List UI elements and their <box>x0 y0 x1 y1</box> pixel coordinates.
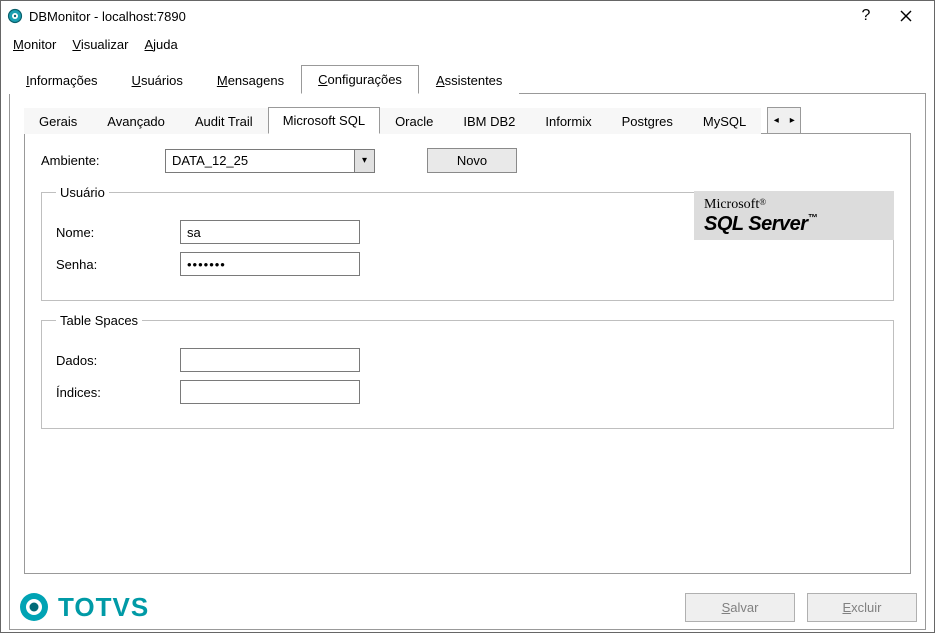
nome-input[interactable] <box>180 220 360 244</box>
app-window: DBMonitor - localhost:7890 ? Monitor Vis… <box>0 0 935 633</box>
inner-tab-scroll: ◂ ▸ <box>767 107 801 133</box>
indices-input[interactable] <box>180 380 360 404</box>
ambiente-label: Ambiente: <box>41 153 151 168</box>
inner-tab-panel: Ambiente: ▾ Novo Usuário Nome: <box>24 134 911 574</box>
itab-oracle[interactable]: Oracle <box>380 108 448 134</box>
tab-assistentes[interactable]: Assistentes <box>419 66 519 94</box>
logo-microsoft-text: Microsoft <box>704 197 759 212</box>
itab-informix[interactable]: Informix <box>530 108 606 134</box>
tablespaces-legend: Table Spaces <box>56 313 142 328</box>
inner-tab-strip: Gerais Avançado Audit Trail Microsoft SQ… <box>24 106 911 134</box>
tab-scroll-left-icon[interactable]: ◂ <box>768 109 784 133</box>
tab-scroll-right-icon[interactable]: ▸ <box>784 109 800 133</box>
tab-usuarios[interactable]: Usuários <box>115 66 200 94</box>
ambiente-input[interactable] <box>166 150 354 172</box>
excluir-button[interactable]: Excluir <box>807 593 917 622</box>
chevron-down-icon[interactable]: ▾ <box>354 150 374 172</box>
close-button[interactable] <box>886 2 926 30</box>
nome-label: Nome: <box>56 225 166 240</box>
footer: TOTVS Salvar Excluir <box>10 591 925 623</box>
outer-tab-strip: Informações Usuários Mensagens Configura… <box>9 64 926 94</box>
app-icon <box>7 8 23 24</box>
logo-sqlserver-text: SQL Server <box>704 213 808 235</box>
help-button[interactable]: ? <box>846 2 886 30</box>
itab-gerais[interactable]: Gerais <box>24 108 92 134</box>
menu-monitor[interactable]: Monitor <box>9 35 60 54</box>
totvs-icon <box>18 591 50 623</box>
dados-label: Dados: <box>56 353 166 368</box>
sqlserver-logo: Microsoft® SQL Server™ <box>694 191 894 240</box>
indices-label: Índices: <box>56 385 166 400</box>
senha-label: Senha: <box>56 257 166 272</box>
itab-mysql[interactable]: MySQL <box>688 108 761 134</box>
usuario-legend: Usuário <box>56 185 109 200</box>
titlebar[interactable]: DBMonitor - localhost:7890 ? <box>1 1 934 31</box>
salvar-button[interactable]: Salvar <box>685 593 795 622</box>
novo-button[interactable]: Novo <box>427 148 517 173</box>
senha-input[interactable] <box>180 252 360 276</box>
itab-microsoft-sql[interactable]: Microsoft SQL <box>268 107 380 134</box>
menu-ajuda[interactable]: Ajuda <box>141 35 182 54</box>
dados-input[interactable] <box>180 348 360 372</box>
tab-informacoes[interactable]: Informações <box>9 66 115 94</box>
ambiente-combo[interactable]: ▾ <box>165 149 375 173</box>
usuario-group: Usuário Nome: Senha: Microsoft® SQL Serv… <box>41 185 894 301</box>
tablespaces-group: Table Spaces Dados: Índices: <box>41 313 894 429</box>
tab-configuracoes[interactable]: Configurações <box>301 65 419 94</box>
client-area: Informações Usuários Mensagens Configura… <box>9 64 926 638</box>
totvs-logo: TOTVS <box>18 591 149 623</box>
itab-ibm-db2[interactable]: IBM DB2 <box>448 108 530 134</box>
totvs-text: TOTVS <box>58 592 149 623</box>
itab-postgres[interactable]: Postgres <box>607 108 688 134</box>
outer-tabs: Informações Usuários Mensagens Configura… <box>9 64 926 630</box>
tab-mensagens[interactable]: Mensagens <box>200 66 301 94</box>
menubar: Monitor Visualizar Ajuda <box>1 31 934 60</box>
menu-visualizar[interactable]: Visualizar <box>68 35 132 54</box>
window-title: DBMonitor - localhost:7890 <box>29 9 846 24</box>
itab-audit-trail[interactable]: Audit Trail <box>180 108 268 134</box>
ambiente-row: Ambiente: ▾ Novo <box>41 148 894 173</box>
outer-tab-panel: Gerais Avançado Audit Trail Microsoft SQ… <box>9 94 926 630</box>
itab-avancado[interactable]: Avançado <box>92 108 180 134</box>
